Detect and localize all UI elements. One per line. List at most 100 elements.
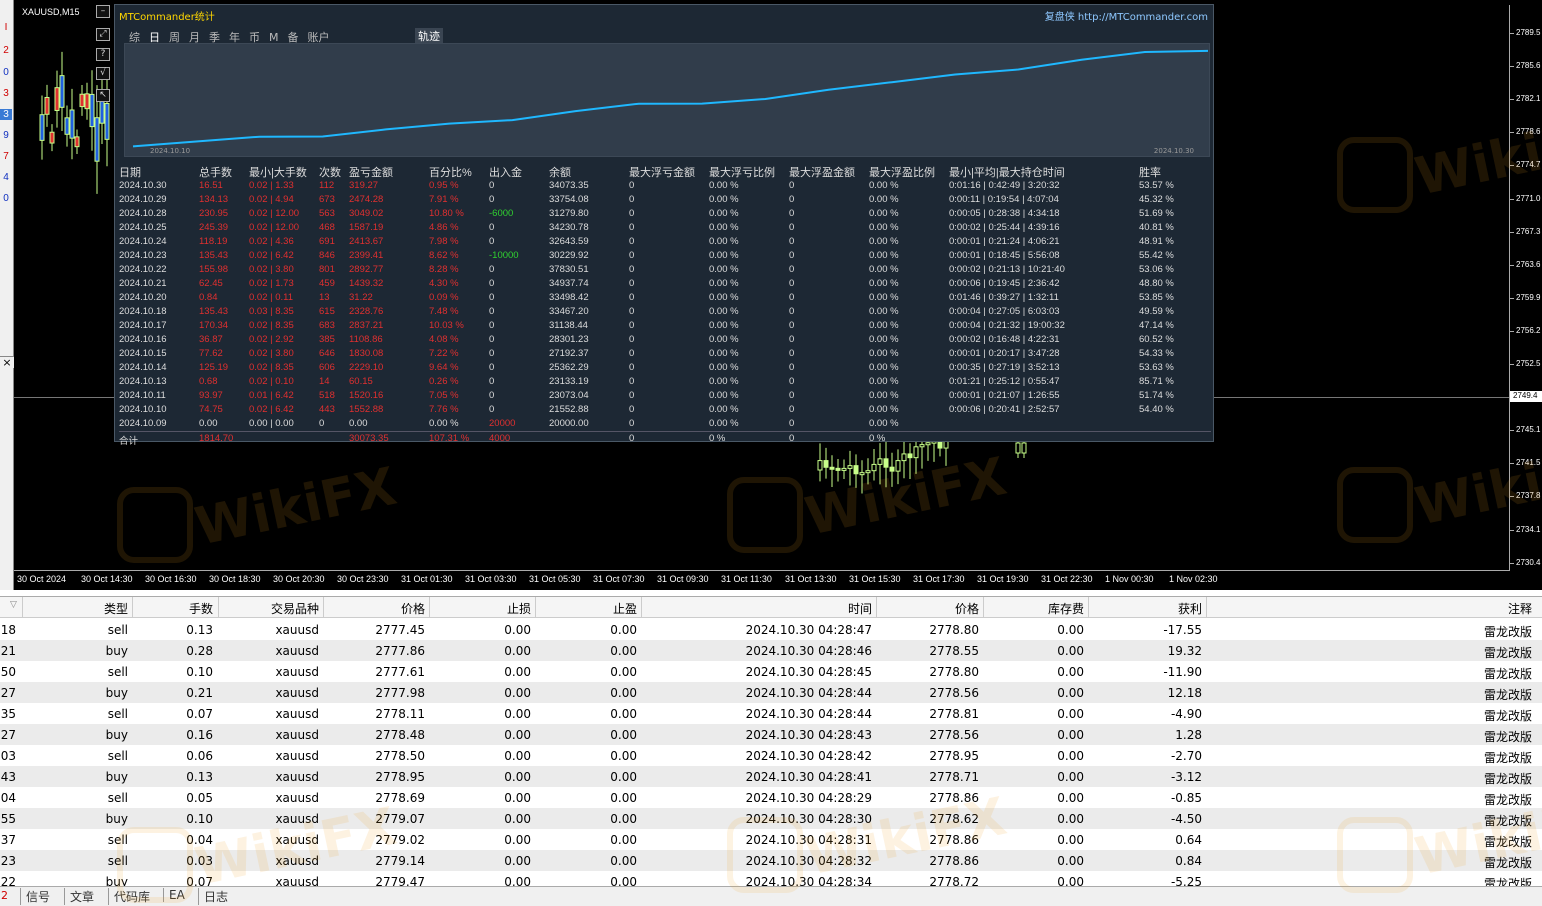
stats-cell: 673 xyxy=(319,194,335,205)
header-separator[interactable] xyxy=(429,597,430,618)
stats-header-cell: 最大浮亏金额 xyxy=(629,167,695,179)
trade-header-cell[interactable]: 价格 xyxy=(955,600,979,617)
time-tick-label: 31 Oct 11:30 xyxy=(721,574,772,584)
trade-cell: 2024.10.30 04:28:29 xyxy=(745,791,872,805)
stats-cell: 0:00:04 | 0:21:32 | 19:00:32 xyxy=(949,320,1065,331)
trade-cell: -4.90 xyxy=(1170,707,1202,721)
stats-cell: 0.00 % xyxy=(709,376,739,387)
stats-row: 2024.10.22 155.98 0.02 | 3.80 801 2892.77 8.2… xyxy=(119,263,1211,277)
trade-header-cell[interactable]: 时间 xyxy=(848,600,872,617)
trade-row[interactable]: 8:37 sell 0.04 xauusd 2779.02 0.00 0.00 2024.10… xyxy=(0,829,1542,850)
help-icon[interactable]: ? xyxy=(96,48,110,61)
trade-row[interactable]: 8:50 sell 0.10 xauusd 2777.61 0.00 0.00 2024.10… xyxy=(0,661,1542,682)
trade-cell: 2778.81 xyxy=(929,707,979,721)
header-separator[interactable] xyxy=(323,597,324,618)
trade-row[interactable]: 0:27 buy 0.16 xauusd 2778.48 0.00 0.00 2024.10.… xyxy=(0,724,1542,745)
header-separator[interactable] xyxy=(983,597,984,618)
header-separator[interactable] xyxy=(218,597,219,618)
trade-header-cell[interactable]: 类型 xyxy=(104,600,128,617)
bottom-tab[interactable]: 文章 xyxy=(64,888,99,905)
trade-cell: 2779.07 xyxy=(375,812,425,826)
header-separator[interactable] xyxy=(1206,597,1207,618)
trade-cell: 0.04 xyxy=(186,833,213,847)
stats-cell: 0:00:06 | 0:20:41 | 2:52:57 xyxy=(949,404,1060,415)
time-axis: 30 Oct 2024 30 Oct 14:30 30 Oct 16:30 30 Oc… xyxy=(14,570,1510,590)
stats-cell: 0.00 % xyxy=(869,334,899,345)
stats-cell: 0.00 % xyxy=(869,292,899,303)
price-chart[interactable]: I20339740 × XAUUSD,M15 – ⤢ ? √ ↖ 2789.5 2… xyxy=(0,0,1542,590)
trade-row[interactable]: 0:03 sell 0.06 xauusd 2778.50 0.00 0.00 2024.10… xyxy=(0,745,1542,766)
trade-header-cell[interactable]: 获利 xyxy=(1178,600,1202,617)
stats-cell: 125.19 xyxy=(199,362,229,373)
trade-header-cell[interactable]: 止盈 xyxy=(613,600,637,617)
bottom-tab[interactable]: 信号 xyxy=(20,888,55,905)
trade-cell: 2778.48 xyxy=(375,728,425,742)
tab-track[interactable]: 轨迹 xyxy=(415,28,443,44)
stats-cell: 55.42 % xyxy=(1139,250,1174,261)
trade-cell: 0.00 xyxy=(504,665,531,679)
trade-row[interactable]: 9:04 sell 0.05 xauusd 2778.69 0.00 0.00 2024.10… xyxy=(0,787,1542,808)
time-tick-label: 30 Oct 2024 xyxy=(17,574,67,584)
trade-header-cell[interactable]: 注释 xyxy=(1508,600,1532,617)
trade-header-cell[interactable]: 库存费 xyxy=(1048,600,1084,617)
stats-cell: 8.28 % xyxy=(429,264,459,275)
stats-cell: 2024.10.20 xyxy=(119,292,167,303)
bottom-tab[interactable]: 代码库 xyxy=(108,888,155,905)
stats-row: 2024.10.28 230.95 0.02 | 12.00 563 3049.02 10… xyxy=(119,207,1211,221)
stats-cell: 0 xyxy=(489,376,495,387)
stats-cell: 0 xyxy=(629,306,635,317)
stats-cell: 60.52 % xyxy=(1139,334,1174,345)
stats-row: 2024.10.14 125.19 0.02 | 8.35 606 2229.10 9.6… xyxy=(119,361,1211,375)
time-tick-label: 1 Nov 00:30 xyxy=(1105,574,1154,584)
header-sort-icon[interactable]: ▽ xyxy=(10,600,17,610)
header-separator[interactable] xyxy=(22,597,23,618)
trade-cell: 0.06 xyxy=(186,749,213,763)
header-separator[interactable] xyxy=(641,597,642,618)
trade-cell: 8:22 xyxy=(0,875,16,886)
trade-row[interactable]: 8:23 sell 0.03 xauusd 2779.14 0.00 0.00 2024.10… xyxy=(0,850,1542,871)
trade-cell: xauusd xyxy=(275,707,319,721)
header-separator[interactable] xyxy=(535,597,536,618)
cursor-icon[interactable]: ↖ xyxy=(96,89,110,102)
trade-row[interactable]: 0:35 sell 0.07 xauusd 2778.11 0.00 0.00 2024.10… xyxy=(0,703,1542,724)
stats-cell: 0 xyxy=(489,362,495,373)
trade-row[interactable]: 9:21 buy 0.28 xauusd 2777.86 0.00 0.00 2024.10.… xyxy=(0,640,1542,661)
website-link[interactable]: 复盘侠 http://MTCommander.com xyxy=(1045,8,1208,23)
price-tick-label: 2785.6 xyxy=(1509,61,1541,71)
stats-cell: 16.51 xyxy=(199,180,223,191)
stats-cell: 0.00 % xyxy=(869,306,899,317)
trade-cell: 0.13 xyxy=(186,770,213,784)
check-icon[interactable]: √ xyxy=(96,67,110,80)
trade-row[interactable]: 9:43 buy 0.13 xauusd 2778.95 0.00 0.00 2024.10.… xyxy=(0,766,1542,787)
price-tick-label: 2745.1 xyxy=(1509,425,1541,435)
stats-cell: 8.62 % xyxy=(429,250,459,261)
trade-row[interactable]: 8:55 buy 0.10 xauusd 2779.07 0.00 0.00 2024.10.… xyxy=(0,808,1542,829)
stats-cell: 0.00 % xyxy=(869,278,899,289)
trade-cell: 8:50 xyxy=(0,665,16,679)
trade-header-cell[interactable]: 止损 xyxy=(507,600,531,617)
trade-cell: 0.00 xyxy=(504,875,531,886)
bottom-tab[interactable]: EA xyxy=(163,888,190,902)
header-separator[interactable] xyxy=(1088,597,1089,618)
trade-row[interactable]: 8:22 buy 0.07 xauusd 2779.47 0.00 0.00 2024.10.… xyxy=(0,871,1542,886)
stats-row: 2024.10.09 0.00 0.00 | 0.00 0 0.00 0.00 % 2000… xyxy=(119,417,1211,431)
price-tick-label: 2789.5 xyxy=(1509,28,1541,37)
bottom-tab[interactable]: 日志 xyxy=(198,888,233,905)
stats-cell: 170.34 xyxy=(199,320,229,331)
trade-cell: 雷龙改版 xyxy=(1483,688,1532,702)
trade-header-cell[interactable]: 交易品种 xyxy=(271,600,319,617)
stats-cell: 0:00:02 | 0:25:44 | 4:39:16 xyxy=(949,222,1060,233)
trade-row[interactable]: 4:18 sell 0.13 xauusd 2777.45 0.00 0.00 2024.10… xyxy=(0,619,1542,640)
trade-header-cell[interactable]: 手数 xyxy=(189,600,213,617)
trade-row[interactable]: 1:27 buy 0.21 xauusd 2777.98 0.00 0.00 2024.10.… xyxy=(0,682,1542,703)
stats-cell: 468 xyxy=(319,222,335,233)
zoom-icon[interactable]: ⤢ xyxy=(96,28,110,41)
total-lots: 1814.70 xyxy=(199,433,234,444)
stats-cell: 0 xyxy=(489,194,495,205)
total-float-loss-pct: 0 % xyxy=(709,433,726,444)
trade-cell: 0.00 xyxy=(610,707,637,721)
minimize-icon[interactable]: – xyxy=(96,5,110,18)
header-separator[interactable] xyxy=(132,597,133,618)
trade-header-cell[interactable]: 价格 xyxy=(401,600,425,617)
header-separator[interactable] xyxy=(876,597,877,618)
